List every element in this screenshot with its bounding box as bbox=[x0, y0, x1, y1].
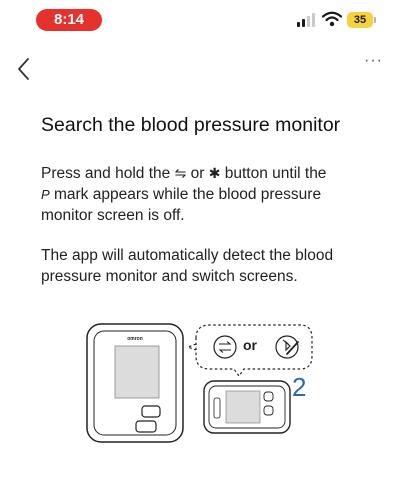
status-bar: 8:14 35 bbox=[0, 0, 401, 40]
status-time: 8:14 bbox=[36, 9, 102, 31]
cellular-signal-icon bbox=[297, 13, 317, 27]
pairing-mark-icon: P bbox=[41, 187, 50, 202]
step-number: 2 bbox=[292, 372, 307, 402]
blood-pressure-monitor-icon: omron bbox=[86, 323, 184, 443]
page-title: Search the blood pressure monitor bbox=[41, 114, 341, 136]
bluetooth-icon: ✱ bbox=[208, 165, 221, 181]
monitor-illustration: omron bbox=[86, 323, 313, 443]
instruction-part: mark appears while the blood pressure mo… bbox=[41, 186, 322, 224]
wifi-icon bbox=[322, 11, 342, 27]
instruction-part: or bbox=[186, 165, 209, 182]
transfer-icon: ⇋ bbox=[174, 165, 187, 181]
brand-label: omron bbox=[127, 336, 143, 342]
instruction-part: button until the bbox=[220, 165, 327, 182]
more-options-icon[interactable]: ··· bbox=[364, 52, 390, 72]
instruction-text: Press and hold the ⇋ or ✱ button until t… bbox=[41, 163, 371, 226]
detect-info-text: The app will automatically detect the bl… bbox=[41, 247, 334, 285]
back-chevron-icon[interactable] bbox=[14, 56, 34, 82]
small-monitor-icon bbox=[203, 380, 291, 434]
battery-cap bbox=[374, 17, 376, 23]
battery-indicator: 35 bbox=[347, 12, 373, 28]
or-label: or bbox=[243, 337, 257, 353]
instruction-part: Press and hold the bbox=[41, 165, 175, 182]
